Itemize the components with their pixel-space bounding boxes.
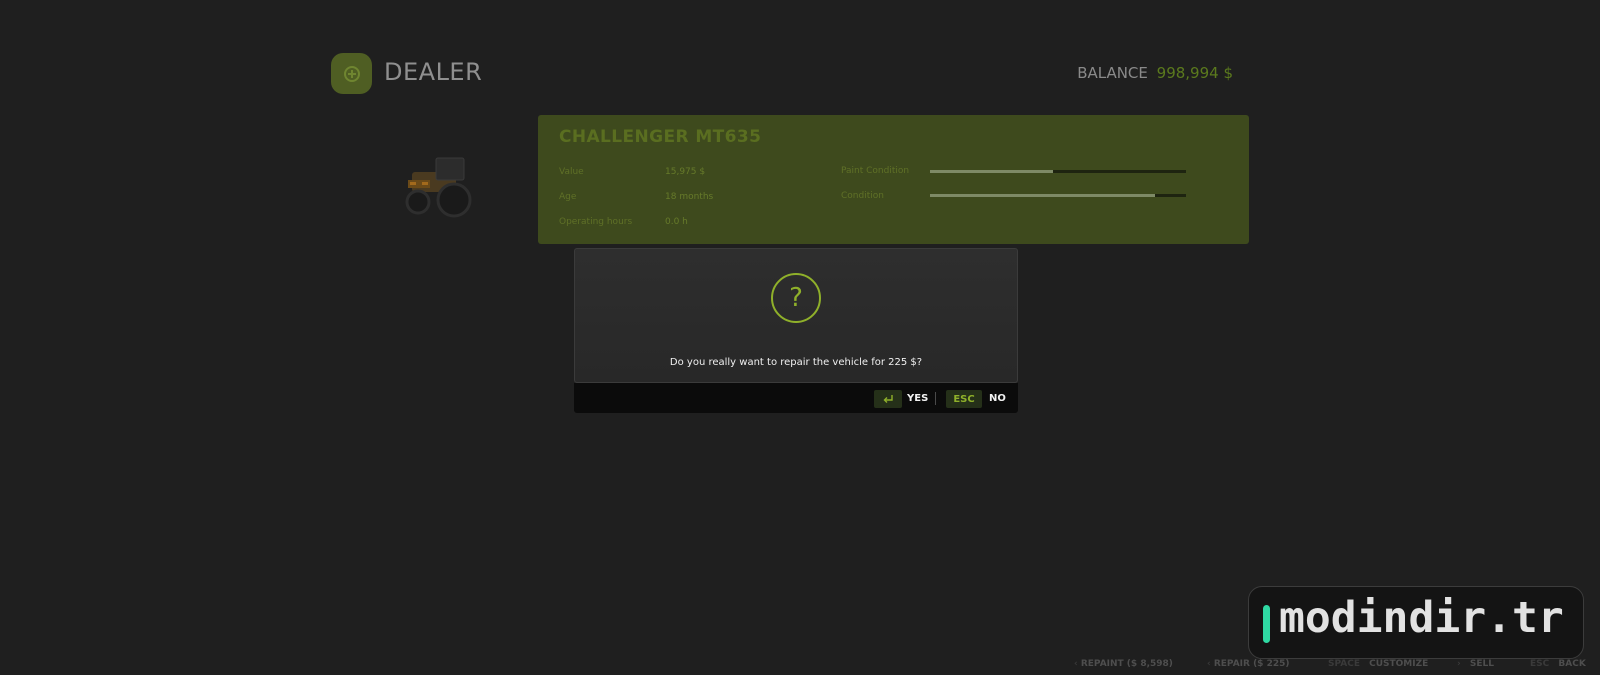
hint-sell-label: SELL	[1469, 659, 1494, 669]
spec-label-value: Value	[559, 167, 584, 177]
condition-label: Condition	[841, 191, 884, 201]
paint-condition-fill	[930, 170, 1053, 173]
enter-key-badge[interactable]	[874, 390, 902, 408]
spec-label-hours: Operating hours	[559, 217, 633, 227]
hint-sell[interactable]: › SELL	[1457, 659, 1494, 669]
dialog-message: Do you really want to repair the vehicle…	[669, 357, 923, 368]
hint-repair-label: REPAIR ($ 225)	[1213, 659, 1290, 669]
enter-key-icon	[883, 395, 893, 403]
question-icon: ?	[771, 273, 821, 323]
vehicle-name: CHALLENGER MT635	[559, 127, 762, 147]
balance-label: BALANCE	[1077, 64, 1148, 82]
hint-back-label: BACK	[1558, 659, 1586, 669]
dealer-logo	[331, 53, 372, 94]
yes-button[interactable]: YES	[907, 393, 928, 404]
spec-value-value: 15,975 $	[665, 167, 706, 177]
paint-condition-label: Paint Condition	[841, 166, 910, 176]
tractor-icon	[405, 157, 472, 218]
condition-fill	[930, 194, 1156, 197]
watermark: modindir.tr	[1248, 586, 1584, 659]
repaint-key-icon: ‹	[1074, 659, 1081, 669]
page-title: DEALER	[384, 58, 483, 86]
hint-repair[interactable]: ‹ REPAIR ($ 225)	[1207, 659, 1289, 669]
esc-key-badge[interactable]: ESC	[946, 390, 982, 408]
hint-back[interactable]: ESC BACK	[1530, 659, 1586, 669]
dealer-logo-icon	[343, 65, 360, 82]
dialog-footer: YES ESC NO	[574, 383, 1018, 413]
footer-divider	[935, 392, 936, 405]
hint-customize[interactable]: SPACE CUSTOMIZE	[1328, 659, 1428, 669]
balance: BALANCE 998,994 $	[1077, 64, 1233, 82]
balance-value: 998,994 $	[1156, 64, 1233, 82]
vehicle-thumbnail[interactable]	[390, 150, 490, 230]
watermark-text: modindir.tr	[1279, 593, 1564, 643]
hint-repaint[interactable]: ‹ REPAINT ($ 8,598)	[1074, 659, 1173, 669]
dealer-screen: DEALER BALANCE 998,994 $ CHALLENGER MT63…	[0, 0, 1600, 675]
spec-value-hours: 0.0 h	[665, 217, 688, 227]
hint-customize-label: CUSTOMIZE	[1369, 659, 1429, 669]
sell-key-icon: ›	[1457, 659, 1464, 669]
watermark-bar	[1263, 605, 1270, 643]
repair-key-icon: ‹	[1207, 659, 1214, 669]
hint-customize-key: SPACE	[1328, 659, 1360, 669]
spec-value-age: 18 months	[665, 192, 714, 202]
condition-bar	[930, 194, 1186, 197]
paint-condition-bar	[930, 170, 1186, 173]
no-button[interactable]: NO	[989, 393, 1006, 404]
spec-label-age: Age	[559, 192, 577, 202]
hint-repaint-label: REPAINT ($ 8,598)	[1080, 659, 1173, 669]
hint-back-key: ESC	[1530, 659, 1550, 669]
repair-confirm-dialog: ? Do you really want to repair the vehic…	[574, 248, 1018, 383]
vehicle-info-panel: CHALLENGER MT635 Value 15,975 $ Age 18 m…	[538, 115, 1249, 244]
